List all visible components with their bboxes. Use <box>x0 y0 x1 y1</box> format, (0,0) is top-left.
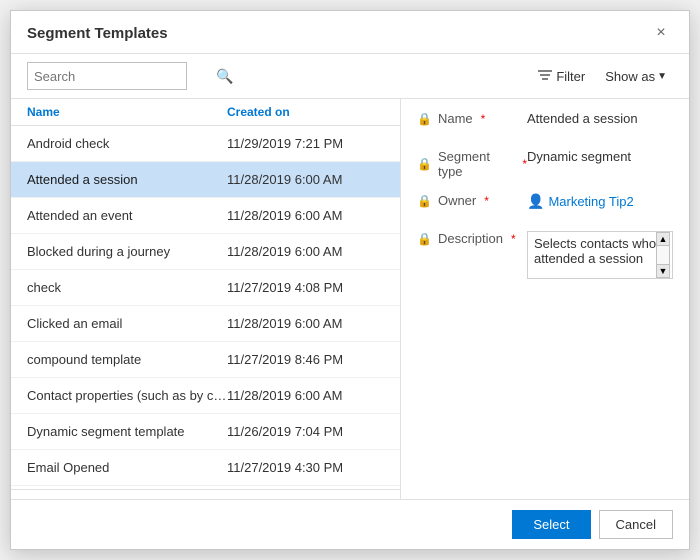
chevron-down-icon: ▼ <box>657 71 667 82</box>
list-row-name: check <box>27 280 227 295</box>
list-header: Name Created on <box>11 99 400 126</box>
list-row-date: 11/28/2019 6:00 AM <box>227 388 342 403</box>
detail-description-value: Selects contacts who attended a session … <box>527 231 673 279</box>
detail-description-label: 🔒 Description * <box>417 231 527 246</box>
detail-owner-label: 🔒 Owner * <box>417 193 527 208</box>
person-icon: 👤 <box>527 193 544 210</box>
list-row-date: 11/27/2019 4:30 PM <box>227 460 343 475</box>
list-row[interactable]: Contact properties (such as by city)11/2… <box>11 378 400 414</box>
lock-icon-2: 🔒 <box>417 157 432 171</box>
list-row-date: 11/28/2019 6:00 AM <box>227 244 342 259</box>
list-row-date: 11/26/2019 7:04 PM <box>227 424 343 439</box>
list-header-createdon[interactable]: Created on <box>227 105 290 119</box>
detail-owner-value: 👤 Marketing Tip2 <box>527 193 673 210</box>
list-row[interactable]: Android check11/29/2019 7:21 PM <box>11 126 400 162</box>
list-row-name: Blocked during a journey <box>27 244 227 259</box>
list-row[interactable]: Dynamic segment template11/26/2019 7:04 … <box>11 414 400 450</box>
show-as-label: Show as <box>605 69 655 84</box>
list-row[interactable]: Email Opened11/27/2019 4:30 PM <box>11 450 400 486</box>
list-row[interactable]: Clicked an email11/28/2019 6:00 AM <box>11 306 400 342</box>
list-row-date: 11/28/2019 6:00 AM <box>227 316 342 331</box>
required-star-4: * <box>511 232 516 246</box>
required-star-3: * <box>484 194 489 208</box>
filter-icon <box>538 69 552 84</box>
detail-name-row: 🔒 Name * Attended a session <box>417 111 673 135</box>
detail-segment-type-row: 🔒 Segment type * Dynamic segment <box>417 149 673 179</box>
list-body[interactable]: Android check11/29/2019 7:21 PMAttended … <box>11 126 400 489</box>
cancel-button[interactable]: Cancel <box>599 510 673 539</box>
filter-label: Filter <box>556 69 585 84</box>
detail-segment-type-label: 🔒 Segment type * <box>417 149 527 179</box>
detail-description-row: 🔒 Description * Selects contacts who att… <box>417 231 673 279</box>
list-row-name: Attended a session <box>27 172 227 187</box>
description-scrollbar: ▲ ▼ <box>656 232 670 278</box>
list-row-name: Contact properties (such as by city) <box>27 388 227 403</box>
dialog-titlebar: Segment Templates × <box>11 11 689 54</box>
list-header-name[interactable]: Name <box>27 105 227 119</box>
list-horizontal-scrollbar[interactable] <box>11 489 400 499</box>
dialog-footer: Select Cancel <box>11 499 689 549</box>
filter-button[interactable]: Filter <box>532 65 591 88</box>
list-row-date: 11/28/2019 6:00 AM <box>227 208 342 223</box>
list-row-name: Dynamic segment template <box>27 424 227 439</box>
dialog-title: Segment Templates <box>27 25 168 42</box>
list-row-date: 11/28/2019 6:00 AM <box>227 172 342 187</box>
detail-panel: 🔒 Name * Attended a session 🔒 Segment ty… <box>401 99 689 499</box>
detail-owner-row: 🔒 Owner * 👤 Marketing Tip2 <box>417 193 673 217</box>
list-row-name: compound template <box>27 352 227 367</box>
list-row[interactable]: Attended a session11/28/2019 6:00 AM <box>11 162 400 198</box>
search-icon-button[interactable]: 🔍 <box>216 62 233 90</box>
search-input[interactable] <box>28 69 216 84</box>
list-row[interactable]: check11/27/2019 4:08 PM <box>11 270 400 306</box>
lock-icon-3: 🔒 <box>417 194 432 208</box>
desc-scroll-up[interactable]: ▲ <box>656 232 670 246</box>
desc-scroll-down[interactable]: ▼ <box>656 264 670 278</box>
list-row-name: Attended an event <box>27 208 227 223</box>
list-row-name: Clicked an email <box>27 316 227 331</box>
toolbar: 🔍 Filter Show as ▼ <box>11 54 689 99</box>
list-row-date: 11/27/2019 8:46 PM <box>227 352 343 367</box>
lock-icon-4: 🔒 <box>417 232 432 246</box>
select-button[interactable]: Select <box>512 510 590 539</box>
detail-name-label: 🔒 Name * <box>417 111 527 126</box>
show-as-button[interactable]: Show as ▼ <box>599 65 673 88</box>
list-row[interactable]: compound template11/27/2019 8:46 PM <box>11 342 400 378</box>
list-row[interactable]: Blocked during a journey11/28/2019 6:00 … <box>11 234 400 270</box>
lock-icon: 🔒 <box>417 112 432 126</box>
list-row-date: 11/29/2019 7:21 PM <box>227 136 343 151</box>
search-box: 🔍 <box>27 62 187 90</box>
detail-segment-type-value: Dynamic segment <box>527 149 673 164</box>
close-button[interactable]: × <box>649 21 673 45</box>
segment-templates-dialog: Segment Templates × 🔍 Filter Show as ▼ <box>10 10 690 550</box>
list-row[interactable]: Attended an event11/28/2019 6:00 AM <box>11 198 400 234</box>
detail-description-container: Selects contacts who attended a session … <box>527 231 673 279</box>
detail-name-value: Attended a session <box>527 111 673 126</box>
list-panel: Name Created on Android check11/29/2019 … <box>11 99 401 499</box>
content-area: Name Created on Android check11/29/2019 … <box>11 99 689 499</box>
required-star: * <box>481 112 486 126</box>
list-row-date: 11/27/2019 4:08 PM <box>227 280 343 295</box>
list-row-name: Email Opened <box>27 460 227 475</box>
list-row-name: Android check <box>27 136 227 151</box>
